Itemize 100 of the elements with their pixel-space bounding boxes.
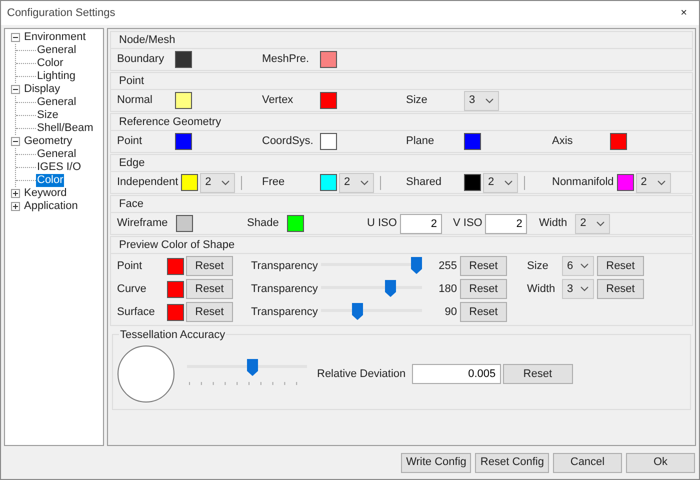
- field-label: Size: [406, 93, 428, 108]
- dropdown[interactable]: 2: [483, 172, 518, 192]
- field-label: Width: [527, 282, 556, 297]
- field-label: Vertex: [262, 93, 294, 108]
- dropdown[interactable]: 3: [464, 90, 499, 110]
- tree-item[interactable]: Color: [36, 57, 64, 70]
- chevron-down-icon: [485, 98, 494, 104]
- reset-button[interactable]: Reset: [597, 279, 644, 299]
- field-label: Transparency: [251, 259, 319, 273]
- slider-thumb[interactable]: [246, 359, 258, 376]
- field-label: MeshPre.: [262, 52, 310, 68]
- input-field[interactable]: 2: [485, 214, 528, 234]
- field-label: Independent: [117, 175, 178, 190]
- slider-thumb[interactable]: [411, 257, 422, 274]
- field-label: Normal: [117, 93, 154, 108]
- dialog-button[interactable]: Reset Config: [475, 452, 549, 472]
- dialog-button[interactable]: Cancel: [553, 452, 622, 472]
- chevron-down-icon: [360, 180, 369, 186]
- field-label: CoordSys.: [262, 134, 314, 150]
- color-swatch[interactable]: [175, 133, 192, 150]
- transparency-value: 255: [438, 258, 457, 274]
- tree-item[interactable]: Keyword: [23, 187, 68, 200]
- reset-button[interactable]: Reset: [502, 364, 573, 384]
- tree-item[interactable]: Size: [36, 109, 60, 122]
- field-label: Transparency: [251, 282, 319, 296]
- color-swatch[interactable]: [167, 304, 184, 320]
- tree-item[interactable]: Geometry: [23, 135, 74, 148]
- color-swatch[interactable]: [320, 133, 337, 150]
- chevron-down-icon: [580, 263, 589, 269]
- tree-item[interactable]: Environment: [23, 31, 87, 44]
- slider[interactable]: [321, 303, 422, 321]
- color-swatch[interactable]: [464, 174, 481, 191]
- slider[interactable]: [321, 280, 422, 298]
- color-swatch[interactable]: [167, 280, 184, 298]
- color-swatch[interactable]: [167, 258, 184, 274]
- color-swatch[interactable]: [175, 51, 192, 68]
- expand-icon[interactable]: [11, 202, 20, 211]
- section-title: Preview Color of Shape: [119, 238, 235, 253]
- color-swatch[interactable]: [320, 174, 337, 191]
- dropdown[interactable]: 2: [200, 172, 236, 192]
- field-label: Transparency: [251, 305, 319, 319]
- tree-item[interactable]: Color: [36, 174, 64, 187]
- reset-button[interactable]: Reset: [460, 279, 507, 299]
- dialog-button[interactable]: Write Config: [401, 452, 472, 472]
- collapse-icon[interactable]: [11, 33, 20, 42]
- collapse-icon[interactable]: [11, 137, 20, 146]
- expand-icon[interactable]: [11, 189, 20, 198]
- color-swatch[interactable]: [610, 133, 627, 150]
- dialog-button[interactable]: Ok: [626, 452, 695, 472]
- color-swatch[interactable]: [320, 92, 337, 109]
- dropdown[interactable]: 2: [636, 172, 671, 192]
- field-label: Boundary: [117, 52, 166, 68]
- reset-button[interactable]: Reset: [186, 256, 233, 276]
- tree-item[interactable]: Display: [23, 83, 62, 96]
- chevron-down-icon: [580, 286, 589, 292]
- tree-item[interactable]: General: [36, 148, 78, 161]
- field-label: Point: [117, 258, 144, 274]
- section-title: Edge: [119, 156, 145, 171]
- chevron-down-icon: [221, 180, 230, 186]
- section-title: Reference Geometry: [119, 114, 222, 130]
- field-label: Plane: [406, 134, 436, 150]
- color-swatch[interactable]: [616, 174, 634, 191]
- reset-button[interactable]: Reset: [460, 256, 507, 276]
- tree-item[interactable]: IGES I/O: [36, 161, 82, 174]
- color-swatch[interactable]: [181, 174, 198, 191]
- tree-item[interactable]: General: [36, 44, 78, 57]
- slider-thumb[interactable]: [384, 280, 396, 297]
- dropdown[interactable]: 3: [562, 279, 594, 299]
- tree-item[interactable]: Shell/Beam: [36, 122, 94, 135]
- input-field[interactable]: 2: [400, 214, 442, 234]
- color-swatch[interactable]: [176, 215, 193, 232]
- color-swatch[interactable]: [175, 92, 192, 109]
- color-swatch[interactable]: [464, 133, 481, 150]
- field-label: Free: [262, 175, 286, 190]
- field-label: Nonmanifold: [552, 175, 614, 190]
- input-field[interactable]: 0.005: [412, 364, 501, 384]
- transparency-value: 180: [438, 282, 457, 297]
- reset-button[interactable]: Reset: [597, 256, 644, 276]
- reset-button[interactable]: Reset: [186, 279, 233, 299]
- section-title: Node/Mesh: [119, 32, 176, 48]
- color-swatch[interactable]: [320, 51, 337, 68]
- window-title: Configuration Settings: [7, 6, 116, 21]
- dropdown[interactable]: 6: [562, 256, 594, 276]
- tree-item[interactable]: Lighting: [36, 70, 77, 83]
- slider[interactable]: [321, 257, 422, 275]
- field-label: U ISO: [367, 216, 397, 232]
- color-swatch[interactable]: [286, 215, 304, 232]
- section-title: Point: [119, 74, 144, 89]
- collapse-icon[interactable]: [11, 85, 20, 94]
- reset-button[interactable]: Reset: [186, 302, 233, 322]
- dropdown[interactable]: 2: [575, 214, 610, 234]
- close-button[interactable]: ×: [680, 8, 687, 18]
- tree-item[interactable]: Application: [23, 200, 79, 213]
- reset-button[interactable]: Reset: [460, 302, 507, 322]
- slider-thumb[interactable]: [352, 303, 364, 320]
- dropdown[interactable]: 2: [339, 172, 374, 192]
- chevron-down-icon: [596, 220, 606, 226]
- tree-item[interactable]: General: [36, 96, 78, 109]
- field-label: Relative Deviation: [317, 366, 406, 382]
- field-label: Width: [539, 216, 568, 232]
